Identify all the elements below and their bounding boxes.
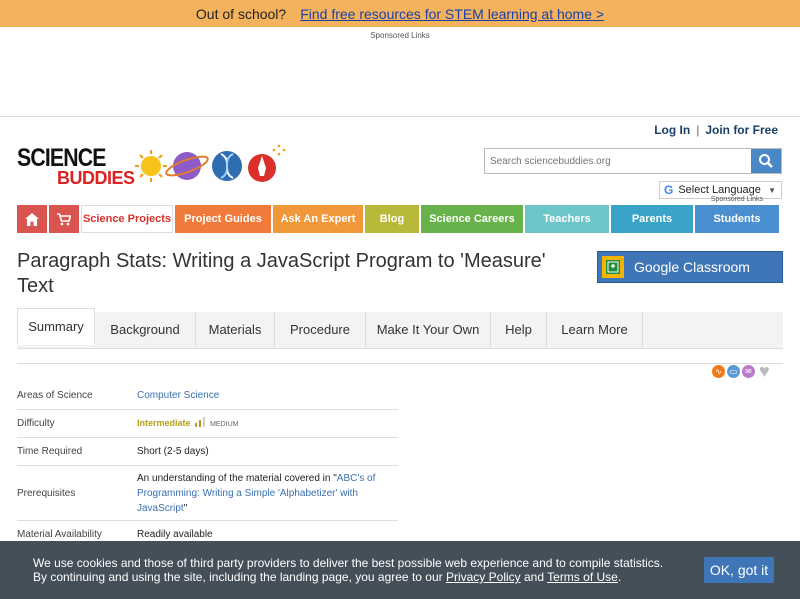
share-icons: ∿ ▭ ✉ ♥ bbox=[712, 362, 770, 380]
nav-ask-an-expert[interactable]: Ask An Expert bbox=[273, 205, 363, 233]
site-logo[interactable]: SCIENCE BUDDIES bbox=[17, 140, 287, 192]
dna-icon bbox=[212, 151, 242, 181]
difficulty-label: Difficulty bbox=[17, 418, 55, 429]
rocket-icon bbox=[248, 144, 286, 182]
email-icon[interactable]: ✉ bbox=[742, 364, 755, 378]
google-classroom-button[interactable]: Google Classroom bbox=[597, 251, 783, 283]
time-required-value: Short (2-5 days) bbox=[137, 446, 209, 457]
home-icon bbox=[25, 212, 39, 226]
sponsored-links-label-right: Sponsored Links bbox=[710, 196, 763, 203]
logo-science-icons bbox=[135, 144, 286, 182]
cart-icon bbox=[57, 212, 71, 225]
cookie-line2: By continuing and using the site, includ… bbox=[33, 570, 446, 584]
google-classroom-label: Google Classroom bbox=[634, 259, 750, 275]
prerequisites-text-pre: An understanding of the material covered… bbox=[137, 472, 337, 484]
prerequisites-value: An understanding of the material covered… bbox=[137, 471, 398, 516]
google-g-icon: G bbox=[664, 183, 674, 197]
auth-separator: | bbox=[696, 123, 700, 137]
promo-link[interactable]: Find free resources for STEM learning at… bbox=[300, 6, 604, 22]
table-row: Difficulty Intermediate MEDIUM bbox=[17, 410, 398, 438]
difficulty-bars-icon bbox=[195, 416, 206, 427]
search-box bbox=[484, 148, 782, 174]
promo-question: Out of school? bbox=[195, 5, 287, 22]
dropdown-arrow-icon: ▼ bbox=[768, 185, 776, 195]
difficulty-level: MEDIUM bbox=[210, 420, 239, 428]
tab-materials[interactable]: Materials bbox=[196, 312, 275, 347]
nav-teachers[interactable]: Teachers bbox=[525, 205, 609, 233]
material-availability-value: Readily available bbox=[137, 529, 213, 540]
search-icon bbox=[759, 154, 773, 168]
google-classroom-icon bbox=[602, 256, 624, 278]
nav-blog[interactable]: Blog bbox=[365, 205, 419, 233]
main-nav: Science Projects Project Guides Ask An E… bbox=[17, 205, 779, 233]
areas-of-science-label: Areas of Science bbox=[17, 390, 93, 401]
language-select-label: Select Language bbox=[678, 184, 761, 196]
sun-icon bbox=[135, 150, 167, 182]
cookie-banner: We use cookies and those of third party … bbox=[0, 541, 800, 599]
nav-cart[interactable] bbox=[49, 205, 79, 233]
areas-of-science-link[interactable]: Computer Science bbox=[137, 390, 219, 401]
tab-procedure[interactable]: Procedure bbox=[275, 312, 366, 347]
table-row: Time Required Short (2-5 days) bbox=[17, 438, 398, 466]
join-link[interactable]: Join for Free bbox=[705, 123, 778, 137]
table-row: Prerequisites An understanding of the ma… bbox=[17, 466, 398, 521]
tab-help[interactable]: Help bbox=[491, 312, 547, 347]
prerequisites-label: Prerequisites bbox=[17, 487, 76, 499]
nav-science-projects[interactable]: Science Projects bbox=[81, 205, 173, 233]
tab-background[interactable]: Background bbox=[95, 312, 196, 347]
cookie-accept-button[interactable]: OK, got it bbox=[704, 557, 774, 583]
cookie-line1: We use cookies and those of third party … bbox=[33, 556, 664, 570]
nav-home[interactable] bbox=[17, 205, 47, 233]
promo-banner: Out of school? Find free resources for S… bbox=[0, 0, 800, 27]
terms-of-use-link[interactable]: Terms of Use bbox=[547, 570, 618, 584]
content-divider bbox=[17, 363, 783, 364]
time-required-label: Time Required bbox=[17, 446, 83, 457]
privacy-policy-link[interactable]: Privacy Policy bbox=[446, 570, 521, 584]
table-row: Areas of Science Computer Science bbox=[17, 382, 398, 410]
project-tabs: Summary Background Materials Procedure M… bbox=[17, 308, 783, 349]
tab-learn-more[interactable]: Learn More bbox=[547, 312, 643, 347]
auth-links: Log In | Join for Free bbox=[654, 123, 778, 137]
search-input[interactable] bbox=[485, 149, 755, 173]
tab-make-it-your-own[interactable]: Make It Your Own bbox=[366, 312, 491, 347]
logo-word-buddies: BUDDIES bbox=[57, 168, 135, 188]
favorite-heart-icon[interactable]: ♥ bbox=[759, 362, 770, 380]
cookie-period: . bbox=[617, 570, 622, 584]
nav-parents[interactable]: Parents bbox=[611, 205, 693, 233]
planet-icon bbox=[165, 152, 209, 180]
project-summary-table: Areas of Science Computer Science Diffic… bbox=[17, 382, 398, 548]
nav-students[interactable]: Students bbox=[695, 205, 779, 233]
rss-icon[interactable]: ∿ bbox=[712, 364, 725, 378]
print-icon[interactable]: ▭ bbox=[727, 364, 740, 378]
cookie-message: We use cookies and those of third party … bbox=[33, 556, 683, 584]
header-divider bbox=[0, 116, 800, 117]
nav-project-guides[interactable]: Project Guides bbox=[175, 205, 271, 233]
search-button[interactable] bbox=[751, 149, 781, 173]
nav-science-careers[interactable]: Science Careers bbox=[421, 205, 523, 233]
cookie-and: and bbox=[520, 570, 548, 584]
tab-summary[interactable]: Summary bbox=[17, 308, 95, 345]
difficulty-value: Intermediate bbox=[137, 417, 191, 428]
page-title: Paragraph Stats: Writing a JavaScript Pr… bbox=[17, 250, 546, 297]
prerequisites-text-post: " bbox=[183, 502, 188, 514]
material-availability-label: Material Availability bbox=[17, 529, 102, 540]
sponsored-links-label: Sponsored Links bbox=[370, 31, 430, 40]
login-link[interactable]: Log In bbox=[654, 123, 690, 137]
